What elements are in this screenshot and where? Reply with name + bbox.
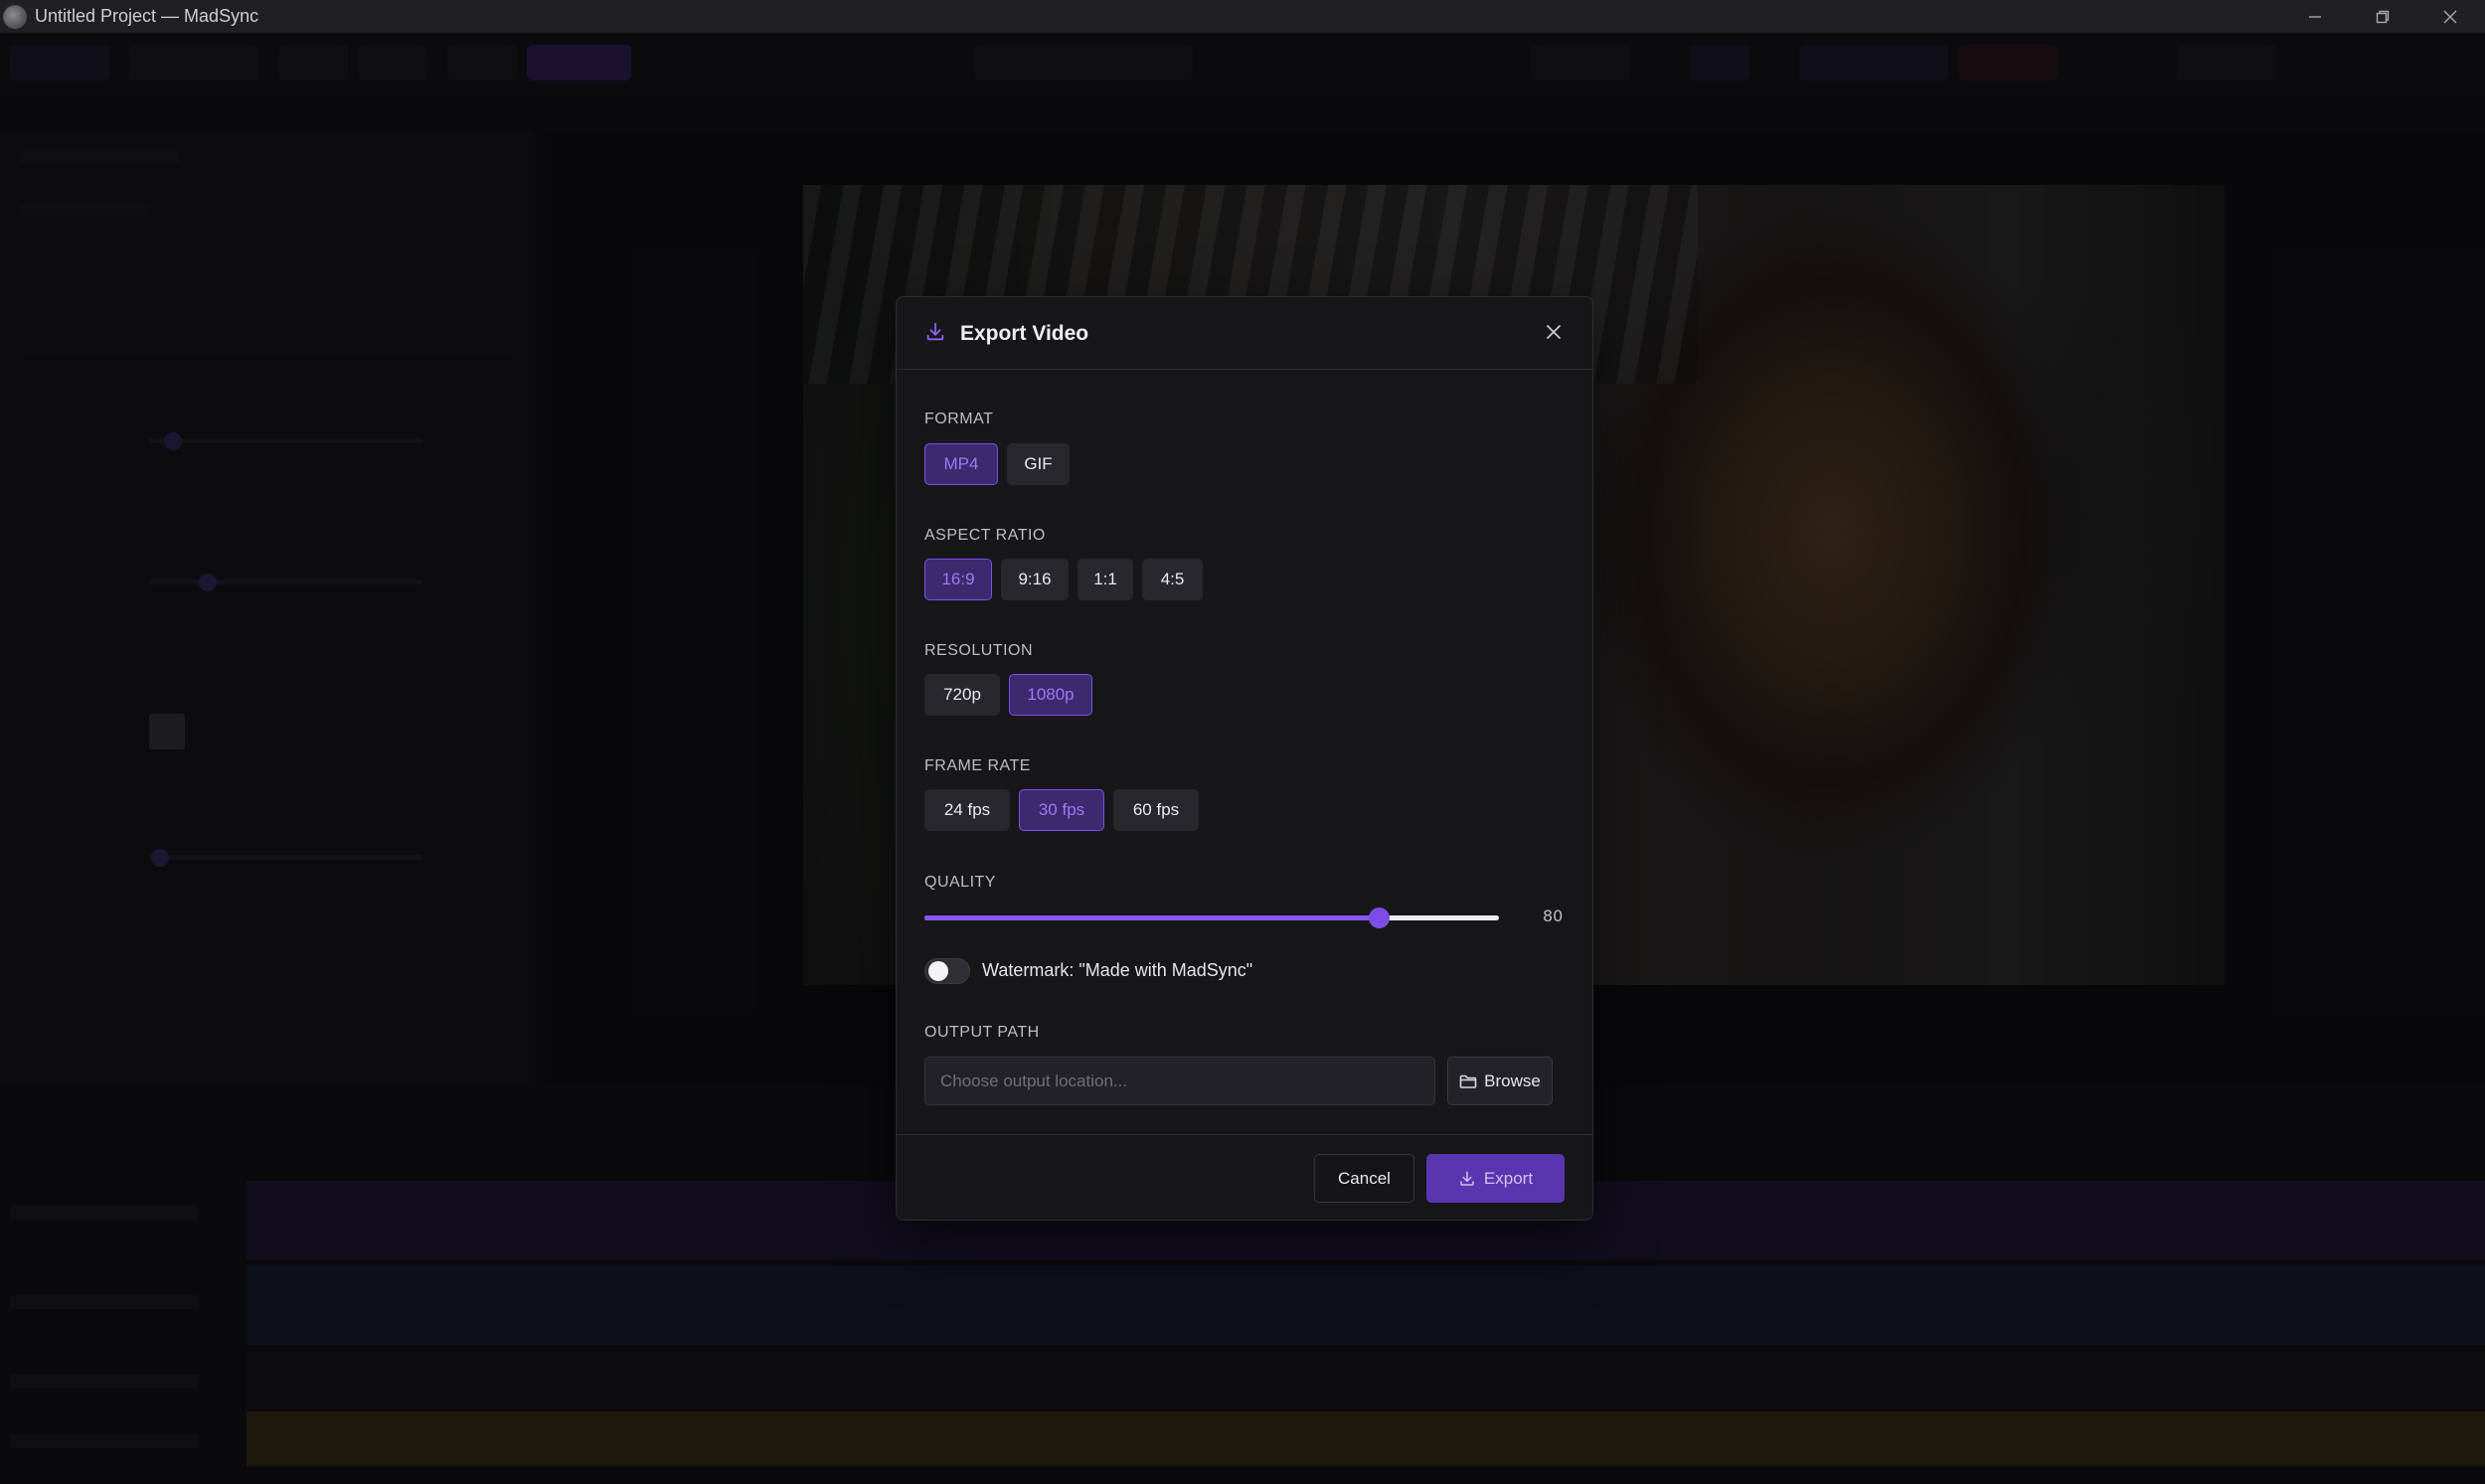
dialog-close-button[interactable] (1537, 315, 1571, 349)
frame-rate-option-60[interactable]: 60 fps (1113, 789, 1199, 831)
aspect-option-9-16[interactable]: 9:16 (1001, 559, 1069, 600)
watermark-label: Watermark: "Made with MadSync" (982, 960, 1253, 980)
format-option-mp4[interactable]: MP4 (924, 443, 998, 485)
resolution-option-1080p[interactable]: 1080p (1009, 674, 1092, 716)
format-label: FORMAT (924, 411, 994, 427)
format-options: MP4 GIF (924, 443, 1070, 485)
download-icon (926, 322, 944, 341)
watermark-toggle-knob (928, 961, 948, 981)
aspect-option-1-1[interactable]: 1:1 (1077, 559, 1133, 600)
frame-rate-option-30[interactable]: 30 fps (1019, 789, 1104, 831)
aspect-option-16-9[interactable]: 16:9 (924, 559, 992, 600)
frame-rate-options: 24 fps 30 fps 60 fps (924, 789, 1199, 831)
quality-value: 80 (1543, 907, 1564, 925)
resolution-options: 720p 1080p (924, 674, 1092, 716)
window-close-icon (2443, 10, 2457, 23)
resolution-option-720p[interactable]: 720p (924, 674, 1000, 716)
export-video-dialog: Export Video FORMAT MP4 GIF ASPECT RATIO… (896, 296, 1593, 1221)
aspect-ratio-options: 16:9 9:16 1:1 4:5 (924, 559, 1203, 600)
quality-slider-thumb[interactable] (1368, 907, 1390, 928)
cancel-button[interactable]: Cancel (1314, 1154, 1414, 1203)
dialog-footer-divider (897, 1134, 1592, 1135)
window-title: Untitled Project — MadSync (35, 6, 259, 26)
output-path-label: OUTPUT PATH (924, 1024, 1040, 1041)
download-icon (1460, 1171, 1474, 1186)
resolution-label: RESOLUTION (924, 642, 1034, 659)
aspect-option-4-5[interactable]: 4:5 (1142, 559, 1203, 600)
minimize-icon (2309, 15, 2321, 18)
frame-rate-label: FRAME RATE (924, 757, 1031, 774)
app-logo-icon (3, 4, 27, 29)
restore-icon (2376, 10, 2390, 23)
export-button[interactable]: Export (1426, 1154, 1565, 1203)
browse-button[interactable]: Browse (1447, 1057, 1553, 1105)
export-label: Export (1483, 1168, 1534, 1188)
window-close-button[interactable] (2415, 0, 2485, 33)
dialog-header: Export Video (897, 297, 1592, 370)
aspect-ratio-label: ASPECT RATIO (924, 527, 1046, 544)
watermark-toggle[interactable] (924, 958, 970, 984)
quality-label: QUALITY (924, 874, 996, 891)
dialog-title: Export Video (960, 322, 1089, 345)
minimize-button[interactable] (2280, 0, 2350, 33)
restore-button[interactable] (2348, 0, 2417, 33)
frame-rate-option-24[interactable]: 24 fps (924, 789, 1010, 831)
quality-slider[interactable] (924, 907, 1499, 928)
folder-icon (1459, 1074, 1477, 1088)
format-option-gif[interactable]: GIF (1007, 443, 1070, 485)
quality-slider-fill (924, 915, 1379, 920)
close-icon (1547, 325, 1561, 339)
output-path-input[interactable] (924, 1057, 1435, 1105)
browse-label: Browse (1484, 1071, 1541, 1090)
window-titlebar: Untitled Project — MadSync (0, 0, 2485, 34)
